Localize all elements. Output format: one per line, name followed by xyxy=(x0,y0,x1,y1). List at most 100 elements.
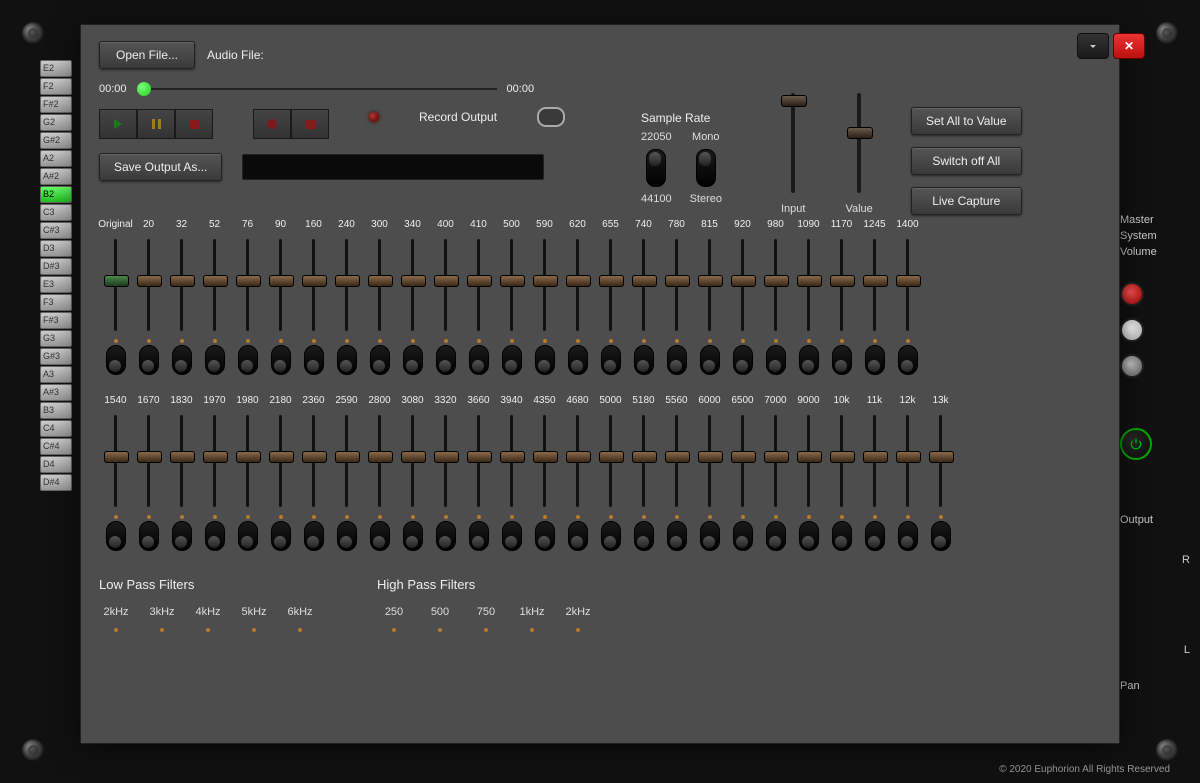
eq-slider[interactable] xyxy=(576,415,579,507)
eq-slider[interactable] xyxy=(345,415,348,507)
eq-toggle[interactable] xyxy=(436,521,456,551)
set-all-button[interactable]: Set All to Value xyxy=(911,107,1022,135)
eq-slider[interactable] xyxy=(642,239,645,331)
eq-toggle[interactable] xyxy=(304,521,324,551)
playback-timeline[interactable] xyxy=(137,88,497,90)
eq-slider[interactable] xyxy=(378,415,381,507)
piano-key[interactable]: G3 xyxy=(40,330,72,347)
live-capture-button[interactable]: Live Capture xyxy=(911,187,1022,215)
piano-key[interactable]: F#2 xyxy=(40,96,72,113)
eq-toggle[interactable] xyxy=(535,345,555,375)
eq-slider[interactable] xyxy=(939,415,942,507)
eq-toggle[interactable] xyxy=(799,345,819,375)
piano-key[interactable]: C#3 xyxy=(40,222,72,239)
eq-toggle[interactable] xyxy=(205,345,225,375)
eq-toggle[interactable] xyxy=(832,345,852,375)
eq-toggle[interactable] xyxy=(634,521,654,551)
eq-slider[interactable] xyxy=(543,239,546,331)
eq-slider[interactable] xyxy=(213,239,216,331)
piano-key[interactable]: D#4 xyxy=(40,474,72,491)
jack-red-icon[interactable] xyxy=(1120,282,1144,306)
eq-toggle[interactable] xyxy=(634,345,654,375)
eq-slider[interactable] xyxy=(609,239,612,331)
eq-slider[interactable] xyxy=(477,415,480,507)
eq-toggle[interactable] xyxy=(403,345,423,375)
eq-toggle[interactable] xyxy=(766,521,786,551)
eq-slider[interactable] xyxy=(675,415,678,507)
eq-slider[interactable] xyxy=(411,415,414,507)
value-slider[interactable]: Value xyxy=(845,93,872,215)
save-output-button[interactable]: Save Output As... xyxy=(99,153,222,181)
eq-slider[interactable] xyxy=(510,239,513,331)
eq-toggle[interactable] xyxy=(172,345,192,375)
eq-slider[interactable] xyxy=(213,415,216,507)
minimize-button[interactable] xyxy=(1077,33,1109,59)
piano-key[interactable]: B3 xyxy=(40,402,72,419)
eq-toggle[interactable] xyxy=(238,521,258,551)
piano-key[interactable]: A#3 xyxy=(40,384,72,401)
eq-toggle[interactable] xyxy=(766,345,786,375)
eq-toggle[interactable] xyxy=(898,521,918,551)
eq-slider[interactable] xyxy=(180,239,183,331)
eq-toggle[interactable] xyxy=(700,345,720,375)
eq-toggle[interactable] xyxy=(502,521,522,551)
sample-rate-switch[interactable] xyxy=(646,149,666,187)
eq-slider[interactable] xyxy=(774,239,777,331)
eq-slider[interactable] xyxy=(279,415,282,507)
eq-toggle[interactable] xyxy=(469,345,489,375)
eq-toggle[interactable] xyxy=(205,521,225,551)
record-stop-button[interactable] xyxy=(291,109,329,139)
piano-key[interactable]: A2 xyxy=(40,150,72,167)
eq-toggle[interactable] xyxy=(304,345,324,375)
piano-key[interactable]: B2 xyxy=(40,186,72,203)
eq-slider[interactable] xyxy=(708,415,711,507)
eq-toggle[interactable] xyxy=(568,521,588,551)
pause-button[interactable] xyxy=(137,109,175,139)
eq-slider[interactable] xyxy=(312,415,315,507)
eq-toggle[interactable] xyxy=(271,345,291,375)
eq-slider[interactable] xyxy=(246,415,249,507)
eq-toggle[interactable] xyxy=(370,345,390,375)
eq-toggle[interactable] xyxy=(106,345,126,375)
eq-toggle[interactable] xyxy=(370,521,390,551)
playhead-icon[interactable] xyxy=(137,82,151,96)
power-button[interactable] xyxy=(1120,428,1152,460)
eq-toggle[interactable] xyxy=(436,345,456,375)
eq-slider[interactable] xyxy=(840,415,843,507)
eq-toggle[interactable] xyxy=(337,521,357,551)
piano-key[interactable]: G2 xyxy=(40,114,72,131)
piano-key[interactable]: G#3 xyxy=(40,348,72,365)
eq-slider[interactable] xyxy=(774,415,777,507)
eq-toggle[interactable] xyxy=(403,521,423,551)
eq-slider[interactable] xyxy=(708,239,711,331)
piano-key[interactable]: D3 xyxy=(40,240,72,257)
play-button[interactable] xyxy=(99,109,137,139)
piano-key[interactable]: F2 xyxy=(40,78,72,95)
eq-toggle[interactable] xyxy=(601,521,621,551)
eq-slider[interactable] xyxy=(444,239,447,331)
eq-slider[interactable] xyxy=(180,415,183,507)
eq-slider[interactable] xyxy=(906,415,909,507)
eq-toggle[interactable] xyxy=(568,345,588,375)
eq-toggle[interactable] xyxy=(667,521,687,551)
eq-slider[interactable] xyxy=(312,239,315,331)
eq-toggle[interactable] xyxy=(601,345,621,375)
eq-slider[interactable] xyxy=(279,239,282,331)
eq-slider[interactable] xyxy=(840,239,843,331)
eq-toggle[interactable] xyxy=(337,345,357,375)
eq-slider[interactable] xyxy=(642,415,645,507)
eq-slider[interactable] xyxy=(741,415,744,507)
eq-slider[interactable] xyxy=(114,415,117,507)
eq-toggle[interactable] xyxy=(469,521,489,551)
piano-key[interactable]: E3 xyxy=(40,276,72,293)
switch-off-all-button[interactable]: Switch off All xyxy=(911,147,1022,175)
eq-toggle[interactable] xyxy=(700,521,720,551)
eq-slider[interactable] xyxy=(873,415,876,507)
eq-slider[interactable] xyxy=(345,239,348,331)
piano-key[interactable]: F3 xyxy=(40,294,72,311)
eq-toggle[interactable] xyxy=(799,521,819,551)
eq-toggle[interactable] xyxy=(667,345,687,375)
eq-slider[interactable] xyxy=(246,239,249,331)
eq-slider[interactable] xyxy=(114,239,117,331)
loop-toggle[interactable] xyxy=(537,107,565,127)
